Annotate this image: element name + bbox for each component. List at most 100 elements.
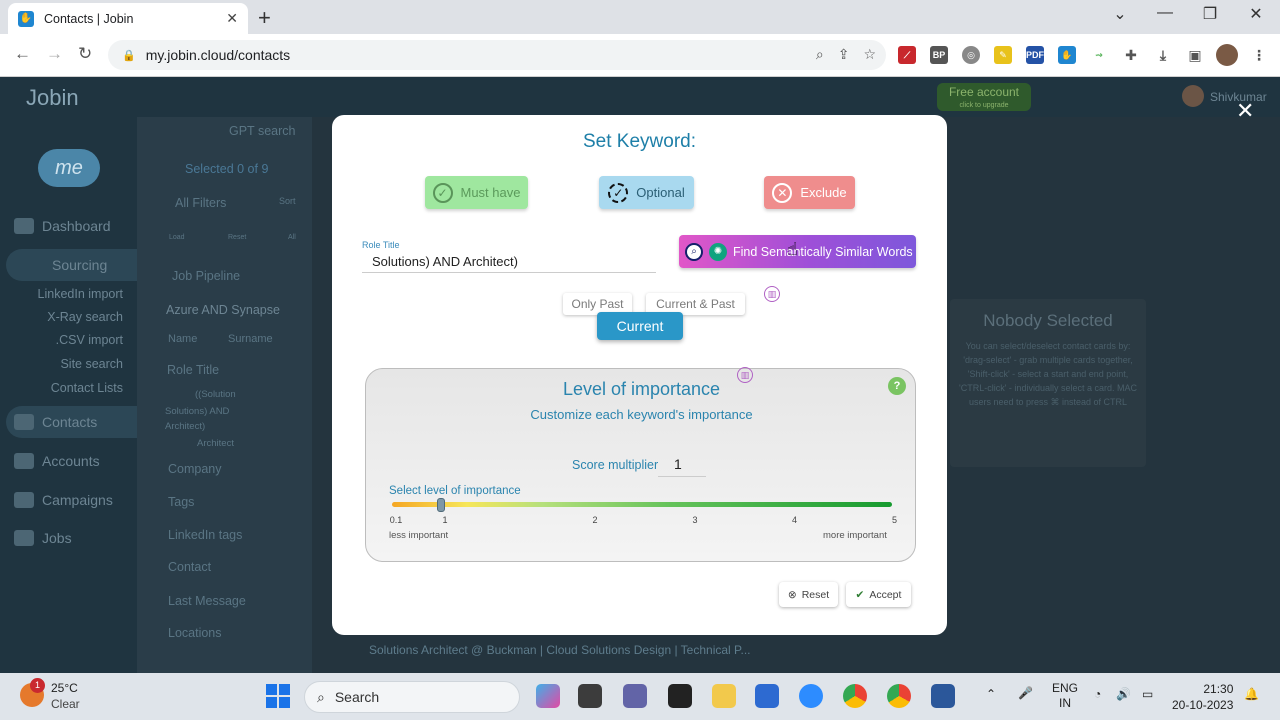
teams-icon[interactable]	[623, 684, 647, 708]
nav-xray-search[interactable]: X-Ray search	[47, 310, 123, 324]
tab-title: Contacts | Jobin	[44, 11, 134, 26]
volume-icon[interactable]: 🔊	[1116, 687, 1131, 702]
share-icon[interactable]: ⇪	[838, 46, 850, 63]
copilot-icon[interactable]	[536, 684, 560, 708]
chrome-icon[interactable]	[843, 684, 867, 708]
pdf-tool-extension-icon[interactable]: PDF	[1026, 46, 1044, 64]
profile-avatar[interactable]	[1216, 44, 1238, 66]
close-window-icon[interactable]: ✕	[1246, 4, 1266, 24]
role-chip[interactable]: Solutions) AND	[165, 406, 229, 417]
battery-icon[interactable]: ▭	[1142, 687, 1153, 702]
close-tab-icon[interactable]: ✕	[226, 10, 238, 27]
zoom-icon[interactable]	[799, 684, 823, 708]
load-button[interactable]: Load	[169, 234, 185, 241]
free-account-button[interactable]: Free account click to upgrade	[937, 83, 1031, 111]
nav-accounts[interactable]: Accounts	[14, 453, 100, 469]
surname-field[interactable]: Surname	[228, 333, 273, 345]
nav-site-search[interactable]: Site search	[60, 357, 123, 371]
forward-icon[interactable]: →	[46, 44, 63, 64]
trash-icon[interactable]: ▥	[764, 286, 780, 302]
contact-result-line[interactable]: Solutions Architect @ Buckman | Cloud So…	[369, 643, 751, 657]
role-title-input[interactable]	[362, 251, 656, 273]
back-icon[interactable]: ←	[14, 44, 31, 64]
role-chip[interactable]: Architect	[197, 438, 234, 449]
role-chip[interactable]: ((Solution	[195, 389, 236, 400]
linkedin-tags-filter[interactable]: LinkedIn tags	[168, 528, 242, 542]
store-icon[interactable]	[755, 684, 779, 708]
reset-filters-button[interactable]: Reset	[228, 234, 246, 241]
job-pipeline[interactable]: Job Pipeline	[172, 269, 240, 283]
slider-thumb[interactable]	[437, 498, 445, 512]
chrome-profile-icon[interactable]	[887, 684, 911, 708]
download-icon[interactable]: ⤓	[1154, 46, 1172, 64]
notification-bell-icon[interactable]: 🔔	[1244, 687, 1259, 702]
taskbar-search[interactable]: ⌕ Search	[304, 681, 520, 713]
tray-chevron-icon[interactable]: ⌃	[986, 687, 996, 702]
tab-search-icon[interactable]: ⌄	[1110, 4, 1130, 24]
green-extension-icon[interactable]: ⇝	[1090, 46, 1108, 64]
set-keyword-modal: Set Keyword: ✓ Must have ✓ Optional ✕ Ex…	[332, 115, 947, 635]
nobody-selected-hint: You can select/deselect contact cards by…	[959, 341, 1137, 407]
user-avatar[interactable]	[1182, 85, 1204, 107]
extensions-puzzle-icon[interactable]: ✚	[1122, 46, 1140, 64]
exclude-button[interactable]: ✕ Exclude	[764, 176, 855, 209]
nav-jobs[interactable]: Jobs	[14, 530, 72, 546]
start-windows-icon[interactable]	[266, 684, 290, 708]
menu-kebab-icon[interactable]: ⋮	[1250, 46, 1268, 64]
microphone-icon[interactable]: 🎤	[1018, 686, 1033, 701]
nav-contact-lists[interactable]: Contact Lists	[51, 381, 123, 395]
score-multiplier-input[interactable]: 1	[658, 453, 706, 477]
sticky-notes-icon[interactable]	[668, 684, 692, 708]
circle-extension-icon[interactable]: ◎	[962, 46, 980, 64]
selected-count: Selected 0 of 9	[185, 162, 269, 176]
importance-slider[interactable]	[392, 502, 892, 507]
must-have-button[interactable]: ✓ Must have	[425, 176, 528, 209]
weather-badge: 1	[30, 678, 45, 693]
bp-extension-icon[interactable]: BP	[930, 46, 948, 64]
jobin-extension-icon[interactable]: ✋	[1058, 46, 1076, 64]
all-filters-button[interactable]: All Filters	[175, 196, 226, 210]
clock[interactable]: 21:30 20-10-2023	[1172, 681, 1233, 713]
company-filter[interactable]: Company	[168, 462, 222, 476]
reset-button[interactable]: ⊗ Reset	[779, 582, 838, 607]
file-explorer-dark-icon[interactable]	[578, 684, 602, 708]
nav-contacts[interactable]: Contacts	[14, 414, 97, 430]
accept-button[interactable]: ✔ Accept	[846, 582, 911, 607]
last-message-filter[interactable]: Last Message	[168, 594, 246, 608]
nav-linkedin-import[interactable]: LinkedIn import	[38, 287, 123, 301]
current-button[interactable]: Current	[597, 312, 683, 340]
pdf-extension-icon[interactable]: ⟋	[898, 46, 916, 64]
browser-tab[interactable]: ✋ Contacts | Jobin ✕	[8, 3, 248, 34]
language-indicator[interactable]: ENG IN	[1052, 681, 1078, 711]
weather-desc: Clear	[51, 697, 80, 711]
nav-csv-import[interactable]: .CSV import	[56, 333, 123, 347]
wifi-icon[interactable]: ◔	[1094, 687, 1101, 702]
all-button[interactable]: All	[288, 234, 296, 241]
nav-sourcing[interactable]: Sourcing	[52, 257, 107, 273]
new-tab-icon[interactable]: +	[258, 5, 271, 31]
tags-filter[interactable]: Tags	[168, 495, 194, 509]
contact-filter[interactable]: Contact	[168, 560, 211, 574]
nav-dashboard[interactable]: Dashboard	[14, 218, 111, 234]
word-icon[interactable]	[931, 684, 955, 708]
sort-button[interactable]: Sort	[279, 196, 296, 206]
nav-campaigns[interactable]: Campaigns	[14, 492, 113, 508]
name-field[interactable]: Name	[168, 333, 197, 345]
zoom-icon[interactable]: ⌕	[816, 46, 824, 63]
me-cloud-logo: me	[38, 149, 100, 187]
restore-icon[interactable]: ❐	[1200, 4, 1220, 24]
help-icon[interactable]: ?	[888, 377, 906, 395]
gpt-search-input[interactable]: GPT search	[229, 124, 295, 138]
highlighter-extension-icon[interactable]: ✎	[994, 46, 1012, 64]
role-chip[interactable]: Architect)	[165, 421, 205, 432]
optional-button[interactable]: ✓ Optional	[599, 176, 694, 209]
locations-filter[interactable]: Locations	[168, 626, 222, 640]
sidepanel-icon[interactable]: ▣	[1186, 46, 1204, 64]
bookmark-star-icon[interactable]: ☆	[863, 46, 876, 63]
folder-icon[interactable]	[712, 684, 736, 708]
role-title-filter[interactable]: Role Title	[167, 363, 219, 377]
address-bar[interactable]: 🔒 my.jobin.cloud/contacts ⌕ ⇪ ☆	[108, 40, 886, 70]
reload-icon[interactable]: ↻	[78, 44, 92, 64]
overlay-close-icon[interactable]: ✕	[1236, 98, 1254, 124]
minimize-icon[interactable]: —	[1155, 4, 1175, 22]
